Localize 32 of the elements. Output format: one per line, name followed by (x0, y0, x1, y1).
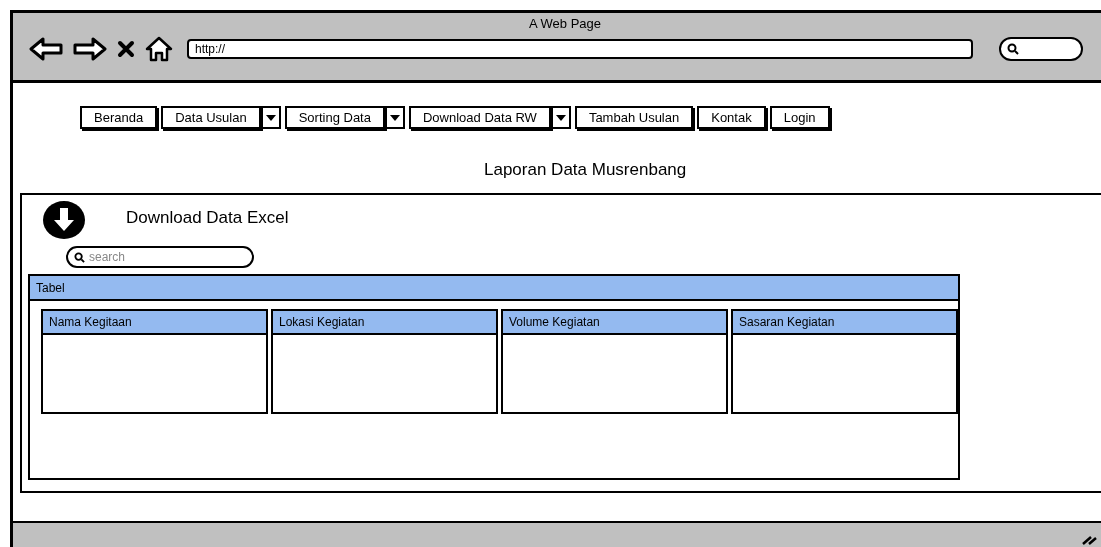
dropdown-toggle[interactable] (384, 106, 405, 129)
caret-icon (555, 114, 566, 121)
search-field[interactable]: search (66, 246, 254, 268)
nav-button[interactable]: Tambah Usulan (574, 106, 694, 129)
address-bar[interactable]: http:// (187, 39, 973, 59)
nav-dropdown[interactable]: Download Data RW (408, 106, 551, 129)
dropdown-toggle[interactable] (550, 106, 571, 129)
caret-icon (265, 114, 276, 121)
nav-dropdown[interactable]: Data Usulan (161, 106, 261, 129)
search-icon (74, 251, 85, 263)
column-header: Volume Kegiatan (503, 311, 726, 335)
table-title: Tabel (30, 276, 958, 301)
resize-grip-icon[interactable] (1081, 533, 1097, 545)
nav-button[interactable]: Login (769, 106, 830, 129)
page-title: Laporan Data Musrenbang (484, 161, 687, 178)
browser-search-field[interactable] (999, 37, 1083, 61)
column-header: Lokasi Kegiatan (273, 311, 496, 335)
search-icon (1007, 43, 1019, 55)
back-icon[interactable] (29, 37, 63, 61)
dropdown-toggle[interactable] (260, 106, 281, 129)
nav-button[interactable]: Beranda (80, 106, 158, 129)
column-header: Sasaran Kegiatan (733, 311, 956, 335)
nav-button[interactable]: Kontak (697, 106, 766, 129)
close-icon[interactable] (117, 40, 135, 58)
nav-dropdown[interactable]: Sorting Data (284, 106, 385, 129)
download-icon[interactable] (42, 200, 86, 240)
forward-icon[interactable] (73, 37, 107, 61)
download-label[interactable]: Download Data Excel (126, 205, 289, 231)
home-icon[interactable] (145, 36, 173, 62)
window-title: A Web Page (528, 15, 601, 30)
column-header: Nama Kegitaan (43, 311, 266, 335)
caret-icon (389, 114, 400, 121)
